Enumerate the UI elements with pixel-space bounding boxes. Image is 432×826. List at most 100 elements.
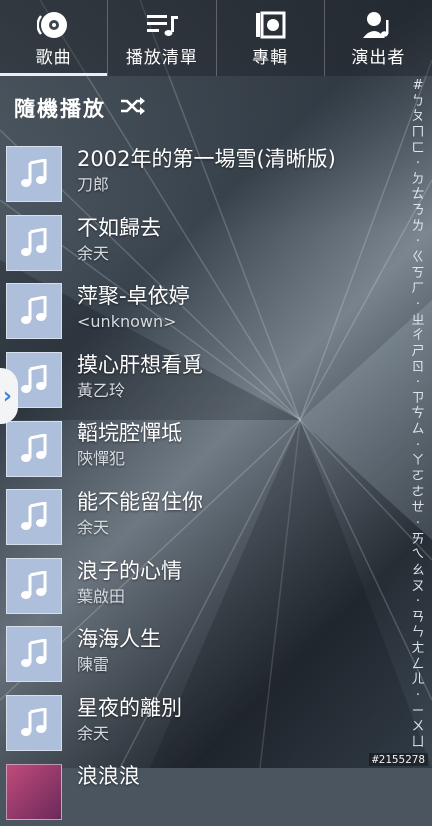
artist-icon (360, 10, 396, 40)
song-title: 能不能留住你 (77, 489, 203, 514)
music-note-icon (6, 146, 62, 203)
index-letter[interactable]: ㄋ (411, 203, 424, 218)
song-artist: 余天 (77, 243, 110, 263)
song-title: 不如歸去 (77, 215, 161, 240)
music-note-icon (6, 626, 62, 683)
playlist-icon (144, 10, 180, 40)
top-tab-bar: 歌曲 播放清單 專輯 演出者 (0, 0, 432, 76)
index-letter[interactable]: · (416, 438, 420, 453)
index-letter[interactable]: ㄨ (411, 719, 424, 734)
tab-artists-label: 演出者 (351, 48, 406, 68)
album-icon (252, 10, 288, 40)
music-note-icon (6, 214, 62, 271)
song-row[interactable]: 浪子的心情 葉啟田 (0, 552, 400, 621)
tab-albums-label: 專輯 (252, 48, 289, 68)
song-title: 摸心肝想看覓 (77, 352, 203, 377)
song-artist: 陳雷 (77, 655, 110, 675)
index-letter[interactable]: ㄏ (411, 281, 424, 296)
song-title: 萍聚-卓依婷 (77, 284, 190, 309)
index-letter[interactable]: ㄔ (411, 328, 424, 343)
song-row[interactable]: 摸心肝想看覓 黃乙玲 (0, 346, 400, 415)
song-artist: 葉啟田 (77, 586, 126, 606)
music-note-icon (6, 420, 62, 477)
index-letter[interactable]: · (416, 688, 420, 703)
song-title: 浪浪浪 (77, 764, 140, 789)
song-row[interactable]: 星夜的離別 余天 (0, 689, 400, 758)
index-letter[interactable]: · (416, 297, 420, 312)
song-artist: 余天 (77, 723, 110, 743)
song-row[interactable]: 萍聚-卓依婷 <unknown> (0, 277, 400, 346)
index-letter[interactable]: ㄣ (411, 625, 424, 640)
index-letter[interactable]: ㄍ (411, 250, 424, 265)
watermark: #2155278 (369, 753, 428, 766)
song-title: 海海人生 (77, 627, 161, 652)
song-artist: 黃乙玲 (77, 380, 126, 400)
disc-icon (36, 10, 72, 40)
side-drawer-handle[interactable]: › (0, 368, 18, 424)
index-letter[interactable]: ㄇ (411, 125, 424, 140)
index-letter[interactable]: ㄢ (411, 610, 424, 625)
index-letter[interactable]: ㄩ (411, 735, 424, 750)
index-letter[interactable]: · (416, 234, 420, 249)
index-letter[interactable]: ㄤ (411, 641, 424, 656)
index-letter[interactable]: · (416, 594, 420, 609)
tab-playlists[interactable]: 播放清單 (107, 0, 215, 76)
tab-songs-label: 歌曲 (35, 48, 72, 68)
index-letter[interactable]: ㄎ (411, 266, 424, 281)
index-letter[interactable]: ㄧ (411, 704, 424, 719)
tab-albums[interactable]: 專輯 (215, 0, 324, 76)
song-row[interactable]: 能不能留住你 余天 (0, 483, 400, 552)
music-note-icon (6, 695, 62, 752)
index-letter[interactable]: ㄘ (411, 406, 424, 421)
index-letter[interactable]: ㄊ (411, 187, 424, 202)
index-letter[interactable]: ㄠ (411, 563, 424, 578)
index-letter[interactable]: · (416, 375, 420, 390)
index-letter[interactable]: ㄥ (411, 657, 424, 672)
shuffle-icon (120, 96, 146, 120)
index-letter[interactable]: ㄝ (411, 500, 424, 515)
index-letter[interactable]: ㄚ (411, 453, 424, 468)
music-note-icon (6, 283, 62, 340)
song-artist: 刀郎 (77, 175, 110, 194)
index-letter[interactable]: ㄖ (411, 360, 424, 375)
song-title: 浪子的心情 (77, 558, 182, 583)
tab-playlists-label: 播放清單 (125, 48, 198, 68)
index-letter[interactable]: · (416, 156, 420, 171)
shuffle-play-button[interactable]: 隨機播放 (14, 90, 146, 126)
index-letter[interactable]: ㄡ (411, 579, 424, 594)
index-letter[interactable]: ㄛ (411, 469, 424, 484)
song-title: 星夜的離別 (77, 695, 182, 720)
tab-songs[interactable]: 歌曲 (0, 0, 108, 76)
song-artist: 余天 (77, 517, 110, 537)
index-letter[interactable]: ㄜ (411, 485, 424, 500)
song-title: 2002年的第一場雪(清晰版) (77, 147, 336, 171)
song-list: 2002年的第一場雪(清晰版) 刀郎 不如歸去余天 萍聚-卓依婷 <unknown>… (0, 140, 400, 826)
index-letter[interactable]: ㄗ (411, 391, 424, 406)
index-letter[interactable]: ㄟ (411, 547, 424, 562)
index-letter[interactable]: ㄆ (411, 109, 424, 124)
index-letter[interactable]: ㄦ (411, 672, 424, 687)
song-row[interactable]: 2002年的第一場雪(清晰版) 刀郎 (0, 140, 400, 209)
index-letter[interactable]: ㄙ (411, 422, 424, 437)
chevron-right-icon: › (2, 383, 12, 409)
song-row[interactable]: 韜垸腔憚坻 陝憚犯 (0, 414, 400, 483)
music-note-icon (6, 489, 62, 546)
song-row[interactable]: 不如歸去 余天 (0, 209, 400, 278)
index-letter[interactable]: ㄌ (411, 219, 424, 234)
index-letter[interactable]: ㄅ (411, 94, 424, 109)
shuffle-play-label: 隨機播放 (14, 97, 106, 121)
index-letter[interactable]: # (413, 78, 424, 93)
music-note-icon (6, 557, 62, 614)
index-letter[interactable]: ㄞ (411, 532, 424, 547)
song-artist: 陝憚犯 (77, 449, 126, 469)
album-art-thumbnail (6, 763, 62, 820)
song-row[interactable]: 海海人生 陳雷 (0, 620, 400, 689)
index-letter[interactable]: ㄉ (411, 172, 424, 187)
bopomofo-index-bar[interactable]: # ㄅㄆㄇㄈ · ㄉㄊㄋㄌ · ㄍㄎㄏ · ㄓㄔㄕㄖ · ㄗㄘㄙ · ㄚㄛㄜㄝ · ㄞㄟㄠㄡ · ㄢㄣㄤㄥㄦ ·… (404, 78, 432, 750)
song-title: 韜垸腔憚坻 (77, 421, 182, 446)
tab-artists[interactable]: 演出者 (323, 0, 432, 76)
index-letter[interactable]: ㄈ (411, 141, 424, 156)
index-letter[interactable]: ㄓ (411, 313, 424, 328)
index-letter[interactable]: ㄕ (411, 344, 424, 359)
index-letter[interactable]: · (416, 516, 420, 531)
